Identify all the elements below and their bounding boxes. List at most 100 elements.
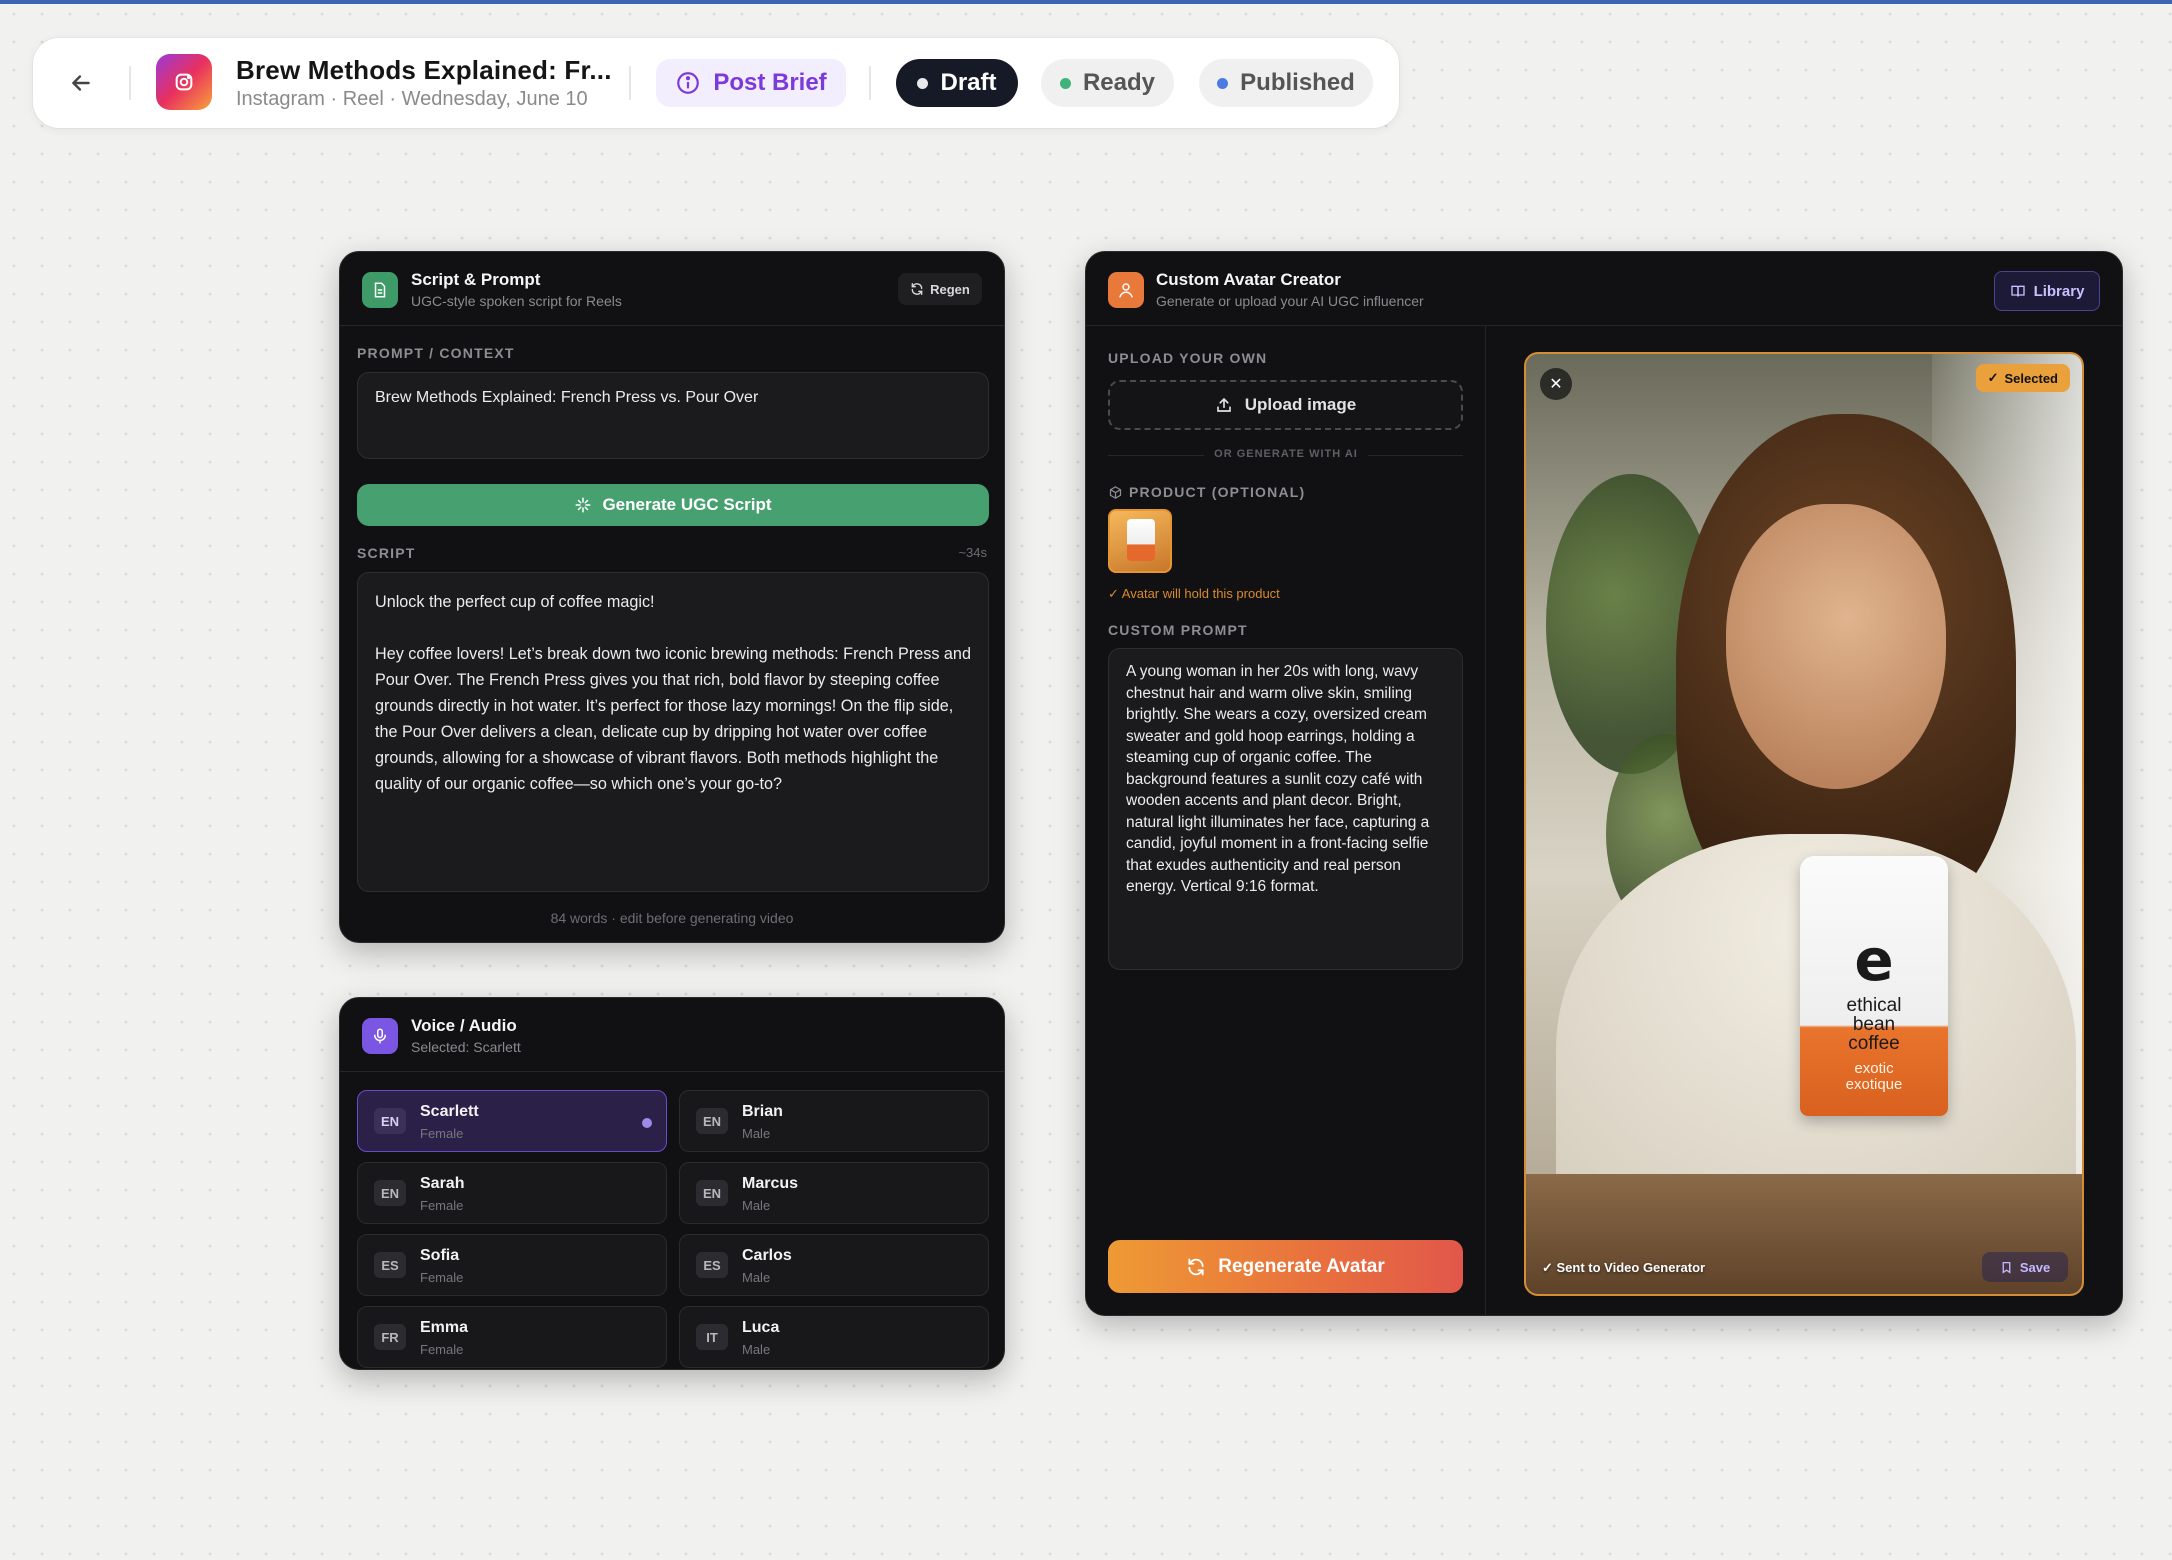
script-textarea[interactable]: Unlock the perfect cup of coffee magic! … bbox=[357, 572, 989, 892]
bag-brand-line: coffee bbox=[1848, 1033, 1900, 1054]
avatar-creator-card: Custom Avatar Creator Generate or upload… bbox=[1085, 251, 2123, 1316]
selected-indicator bbox=[642, 1118, 652, 1128]
save-label: Save bbox=[2019, 1259, 2051, 1275]
package-icon bbox=[1109, 486, 1122, 499]
voice-option[interactable]: EN Sarah Female bbox=[357, 1162, 667, 1224]
bag-flavor: exotic exotique bbox=[1800, 1061, 1948, 1093]
custom-prompt-textarea[interactable]: A young woman in her 20s with long, wavy… bbox=[1108, 648, 1463, 970]
voice-gender: Female bbox=[420, 1198, 464, 1213]
card-title: Custom Avatar Creator bbox=[1156, 270, 1341, 289]
save-button[interactable]: Save bbox=[1982, 1252, 2068, 1282]
back-button[interactable] bbox=[63, 65, 99, 101]
regen-label: Regen bbox=[930, 281, 970, 297]
book-icon bbox=[2010, 285, 2025, 297]
language-badge: FR bbox=[374, 1324, 406, 1350]
word-count: 84 words · edit before generating video bbox=[550, 910, 794, 926]
card-subtitle: Generate or upload your AI UGC influence… bbox=[1156, 293, 1424, 309]
voice-gender: Male bbox=[742, 1342, 771, 1357]
voice-option[interactable]: FR Emma Female bbox=[357, 1306, 667, 1368]
arrow-left-icon bbox=[72, 75, 90, 91]
script-prompt-card: Script & Prompt UGC-style spoken script … bbox=[339, 251, 1005, 943]
library-button[interactable]: Library bbox=[1994, 271, 2100, 311]
voice-name: Scarlett bbox=[420, 1103, 479, 1120]
voice-name: Sarah bbox=[420, 1175, 465, 1192]
post-title: Brew Methods Explained: Fr... bbox=[236, 55, 612, 85]
face-shape bbox=[1726, 504, 1946, 789]
header-divider bbox=[129, 66, 131, 100]
post-header: Brew Methods Explained: Fr... Instagram … bbox=[33, 38, 1399, 128]
close-icon[interactable]: ✕ bbox=[1540, 368, 1572, 400]
selected-label: Selected bbox=[2004, 370, 2058, 386]
language-badge: EN bbox=[374, 1180, 406, 1206]
card-subtitle: UGC-style spoken script for Reels bbox=[411, 293, 622, 309]
script-label: SCRIPT bbox=[357, 545, 416, 561]
voice-gender: Male bbox=[742, 1270, 771, 1285]
sent-to-video-status: ✓ Sent to Video Generator bbox=[1542, 1260, 1706, 1275]
coffee-bag: e ethical bean coffee exotic exotique bbox=[1800, 856, 1948, 1116]
product-thumbnail[interactable] bbox=[1108, 509, 1172, 573]
header-divider bbox=[869, 66, 871, 100]
product-hold-note: ✓ Avatar will hold this product bbox=[1108, 586, 1280, 601]
bag-brand-line: ethical bbox=[1846, 995, 1902, 1016]
voice-name: Marcus bbox=[742, 1175, 799, 1192]
generate-label: Generate UGC Script bbox=[602, 495, 772, 514]
document-icon bbox=[362, 272, 398, 308]
status-ready-label: Ready bbox=[1082, 69, 1156, 96]
voice-name: Luca bbox=[742, 1319, 780, 1336]
sparkles-icon bbox=[575, 497, 591, 513]
top-accent-line bbox=[0, 0, 2172, 4]
status-draft-label: Draft bbox=[940, 69, 997, 96]
instagram-icon bbox=[156, 54, 212, 110]
microphone-icon bbox=[362, 1018, 398, 1054]
check-icon: ✓ bbox=[1987, 370, 1999, 385]
bag-flavor-line: exotique bbox=[1845, 1076, 1903, 1093]
voice-option[interactable]: IT Luca Male bbox=[679, 1306, 989, 1368]
regenerate-avatar-button[interactable]: Regenerate Avatar bbox=[1108, 1240, 1463, 1293]
bag-brand: ethical bean coffee bbox=[1800, 996, 1948, 1053]
language-badge: ES bbox=[374, 1252, 406, 1278]
voice-name: Brian bbox=[742, 1103, 783, 1120]
post-brief-label: Post Brief bbox=[713, 69, 827, 96]
voice-name: Sofia bbox=[420, 1247, 460, 1264]
voice-option[interactable]: EN Marcus Male bbox=[679, 1162, 989, 1224]
regen-button[interactable]: Regen bbox=[898, 273, 982, 305]
header-divider bbox=[629, 66, 631, 100]
voice-gender: Female bbox=[420, 1342, 464, 1357]
voice-option[interactable]: EN Scarlett Female bbox=[357, 1090, 667, 1152]
regenerate-label: Regenerate Avatar bbox=[1218, 1255, 1385, 1277]
or-generate-label: OR GENERATE WITH AI bbox=[1204, 448, 1368, 460]
voice-audio-card: Voice / Audio Selected: Scarlett EN Scar… bbox=[339, 997, 1005, 1370]
status-published-button[interactable]: Published bbox=[1199, 59, 1373, 107]
voice-gender: Female bbox=[420, 1270, 464, 1285]
bag-logo: e bbox=[1854, 926, 1894, 994]
selected-badge: ✓ Selected bbox=[1975, 364, 2070, 392]
upload-label: UPLOAD YOUR OWN bbox=[1108, 350, 1268, 366]
voice-name: Emma bbox=[420, 1319, 469, 1336]
upload-image-button[interactable]: Upload image bbox=[1108, 380, 1463, 430]
card-header: Script & Prompt UGC-style spoken script … bbox=[340, 252, 1004, 326]
voice-option[interactable]: ES Carlos Male bbox=[679, 1234, 989, 1296]
info-icon bbox=[677, 72, 700, 94]
voice-option[interactable]: EN Brian Male bbox=[679, 1090, 989, 1152]
custom-prompt-label: CUSTOM PROMPT bbox=[1108, 622, 1248, 638]
voice-gender: Male bbox=[742, 1198, 771, 1213]
card-subtitle: Selected: Scarlett bbox=[411, 1039, 521, 1055]
prompt-input[interactable]: Brew Methods Explained: French Press vs.… bbox=[357, 372, 989, 459]
language-badge: ES bbox=[696, 1252, 728, 1278]
status-ready-button[interactable]: Ready bbox=[1041, 59, 1174, 107]
refresh-icon bbox=[911, 283, 923, 295]
product-label: PRODUCT (OPTIONAL) bbox=[1129, 484, 1306, 500]
generate-ugc-script-button[interactable]: Generate UGC Script bbox=[357, 484, 989, 526]
coffee-bag-icon bbox=[1127, 519, 1155, 561]
avatar-preview-image[interactable]: e ethical bean coffee exotic exotique ✕ … bbox=[1524, 352, 2084, 1296]
card-title: Voice / Audio bbox=[411, 1016, 517, 1035]
upload-icon bbox=[1216, 397, 1231, 412]
status-draft-button[interactable]: Draft bbox=[896, 59, 1018, 107]
post-brief-button[interactable]: Post Brief bbox=[656, 59, 846, 107]
card-title: Script & Prompt bbox=[411, 270, 541, 289]
language-badge: EN bbox=[696, 1108, 728, 1134]
or-generate-divider: OR GENERATE WITH AI bbox=[1086, 448, 1486, 460]
language-badge: IT bbox=[696, 1324, 728, 1350]
voice-option[interactable]: ES Sofia Female bbox=[357, 1234, 667, 1296]
script-duration: ~34s bbox=[958, 545, 987, 560]
